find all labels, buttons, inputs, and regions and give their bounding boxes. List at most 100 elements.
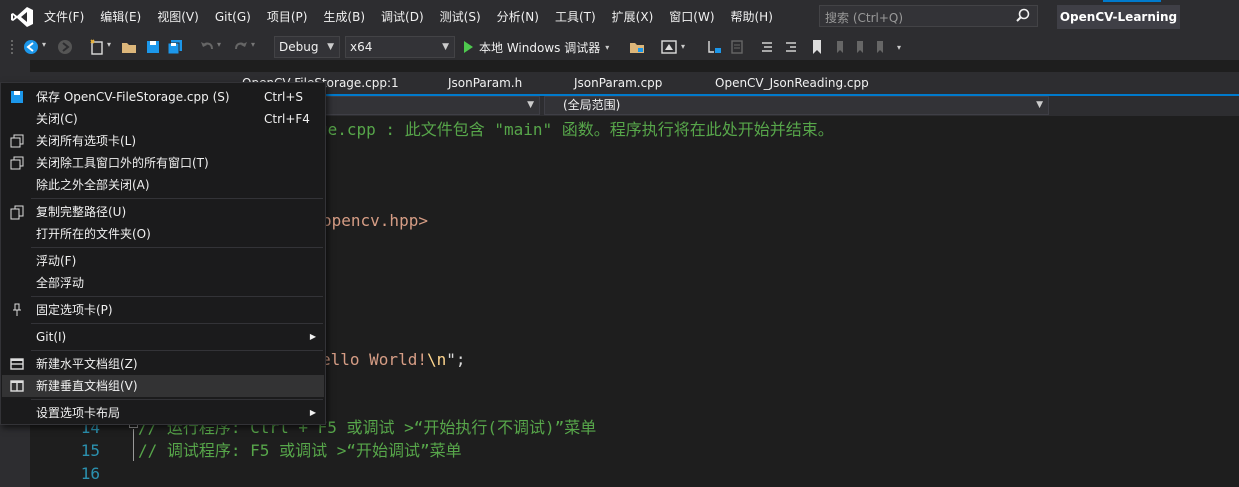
horizontal-split-icon [10,358,24,370]
menu-item-float[interactable]: 浮动(F) [2,250,324,272]
prev-bookmark-icon[interactable] [830,38,848,56]
code-line-comment: ge.cpp : 此文件包含 "main" 函数。程序执行将在此处开始并结束。 [318,120,834,139]
menu-separator [31,323,323,324]
undo-dropdown-icon[interactable]: ▾ [217,40,221,49]
open-folder-icon[interactable] [120,38,138,56]
run-dropdown-icon[interactable]: ▾ [605,43,609,52]
menu-tools[interactable]: 工具(T) [547,0,604,34]
scope-select[interactable]: (全局范围) ▼ [544,96,1049,115]
configuration-value: Debug [279,40,319,54]
bookmark-icon[interactable] [808,38,826,56]
copy-icon [10,205,24,220]
platform-select[interactable]: x64 ▼ [345,36,455,58]
save-icon[interactable] [144,38,162,56]
configuration-select[interactable]: Debug ▼ [274,36,340,58]
menu-file[interactable]: 文件(F) [36,0,92,34]
menu-test[interactable]: 测试(S) [432,0,489,34]
back-icon[interactable] [22,38,40,56]
menu-view[interactable]: 视图(V) [149,0,207,34]
code-line-hello: ello World!\n"; [321,350,466,369]
redo-icon[interactable] [232,38,250,56]
menu-help[interactable]: 帮助(H) [723,0,781,34]
back-dropdown-icon[interactable]: ▾ [42,40,46,49]
menu-item-pin-tab[interactable]: 固定选项卡(P) [2,299,324,321]
comment-lines-icon[interactable] [758,38,776,56]
folder-icon[interactable] [628,38,646,56]
menu-item-close-all-but-tool[interactable]: 关闭除工具窗口外的所有窗口(T) [2,152,324,174]
vertical-split-icon [10,380,24,392]
next-bookmark-icon[interactable] [850,38,868,56]
menu-window[interactable]: 窗口(W) [661,0,722,34]
menu-item-copy-full-path[interactable]: 复制完整路径(U) [2,201,324,223]
menu-item-save[interactable]: 保存 OpenCV-FileStorage.cpp (S) Ctrl+S [2,86,324,108]
menu-build[interactable]: 生成(B) [315,0,373,34]
redo-dropdown-icon[interactable]: ▾ [251,40,255,49]
tab-opencv-jsonreading[interactable]: OpenCV_JsonReading.cpp [715,72,869,94]
accent-line [1103,0,1161,2]
menu-analyze[interactable]: 分析(N) [489,0,547,34]
new-dropdown-icon[interactable]: ▾ [107,40,111,49]
step-icon[interactable] [706,38,724,56]
new-project-icon[interactable] [88,38,106,56]
menu-item-new-horizontal-group[interactable]: 新建水平文档组(Z) [2,353,324,375]
code-line-include: opencv.hpp> [322,211,428,230]
toolbar-grip-icon [11,40,13,54]
menu-separator [31,198,323,199]
menu-item-close-all-tabs[interactable]: 关闭所有选项卡(L) [2,130,324,152]
menu-separator [31,399,323,400]
menu-item-open-containing-folder[interactable]: 打开所在的文件夹(O) [2,223,324,245]
start-debugging-button[interactable]: 本地 Windows 调试器 ▾ [462,37,609,57]
menu-separator [31,247,323,248]
start-debugging-label: 本地 Windows 调试器 [479,40,601,55]
chevron-down-icon: ▼ [442,42,449,52]
fold-guide [133,429,134,461]
menu-item-close-all-but-this[interactable]: 除此之外全部关闭(A) [2,174,324,196]
layout-dropdown-icon[interactable]: ▾ [681,42,685,51]
menu-debug[interactable]: 调试(D) [373,0,432,34]
uncomment-lines-icon[interactable] [782,38,800,56]
menu-git[interactable]: Git(G) [207,0,259,34]
chevron-down-icon: ▼ [1036,100,1043,110]
member-select[interactable]: ▼ [320,96,540,115]
menu-separator [31,296,323,297]
menu-item-new-vertical-group[interactable]: 新建垂直文档组(V) [2,375,324,397]
menu-separator [31,350,323,351]
menu-project[interactable]: 项目(P) [259,0,316,34]
tab-jsonparam-h[interactable]: JsonParam.h [448,72,522,94]
menu-item-float-all[interactable]: 全部浮动 [2,272,324,294]
menu-item-tab-layout[interactable]: 设置选项卡布局 ▶ [2,402,324,424]
chevron-down-icon: ▼ [327,42,334,52]
project-name-badge: OpenCV-Learning [1057,5,1180,29]
save-icon [11,91,23,103]
tab-jsonparam-cpp[interactable]: JsonParam.cpp [574,72,662,94]
search-placeholder: 搜索 (Ctrl+Q) [825,11,904,25]
menu-edit[interactable]: 编辑(E) [92,0,149,34]
submenu-arrow-icon: ▶ [309,408,316,417]
menu-bar: 文件(F) 编辑(E) 视图(V) Git(G) 项目(P) 生成(B) 调试(… [36,0,781,34]
forward-icon[interactable] [56,38,74,56]
tab-context-menu: 保存 OpenCV-FileStorage.cpp (S) Ctrl+S 关闭(… [0,82,326,425]
solution-explorer-icon[interactable] [660,38,678,56]
close-windows-icon [10,156,24,170]
menu-extensions[interactable]: 扩展(X) [604,0,662,34]
submenu-arrow-icon: ▶ [309,332,316,341]
visual-studio-logo-icon[interactable] [10,6,34,28]
search-input[interactable]: 搜索 (Ctrl+Q) [819,5,1038,27]
menu-item-close[interactable]: 关闭(C) Ctrl+F4 [2,108,324,130]
chevron-down-icon: ▼ [527,100,534,110]
save-all-icon[interactable] [166,38,184,56]
play-icon [464,41,473,53]
next-bookmark-folder-icon[interactable] [870,38,888,56]
menu-item-git[interactable]: Git(I) ▶ [2,326,324,348]
pin-icon [13,303,21,316]
breakpoint-list-icon[interactable] [728,38,746,56]
line-number: 15 [80,441,100,460]
line-number: 16 [80,464,100,483]
toolbar: ▾ ▾ ▾ ▾ Debug ▼ x64 ▼ 本地 Windows 调试器 ▾ ▾ ▾ [0,34,1239,60]
scope-value: (全局范围) [563,98,621,112]
toolbar-overflow-icon[interactable]: ▾ [897,43,901,52]
search-icon[interactable] [1015,7,1031,25]
platform-value: x64 [350,40,373,54]
undo-icon[interactable] [198,38,216,56]
code-line-15: // 调试程序: F5 或调试 >“开始调试”菜单 [138,441,462,460]
